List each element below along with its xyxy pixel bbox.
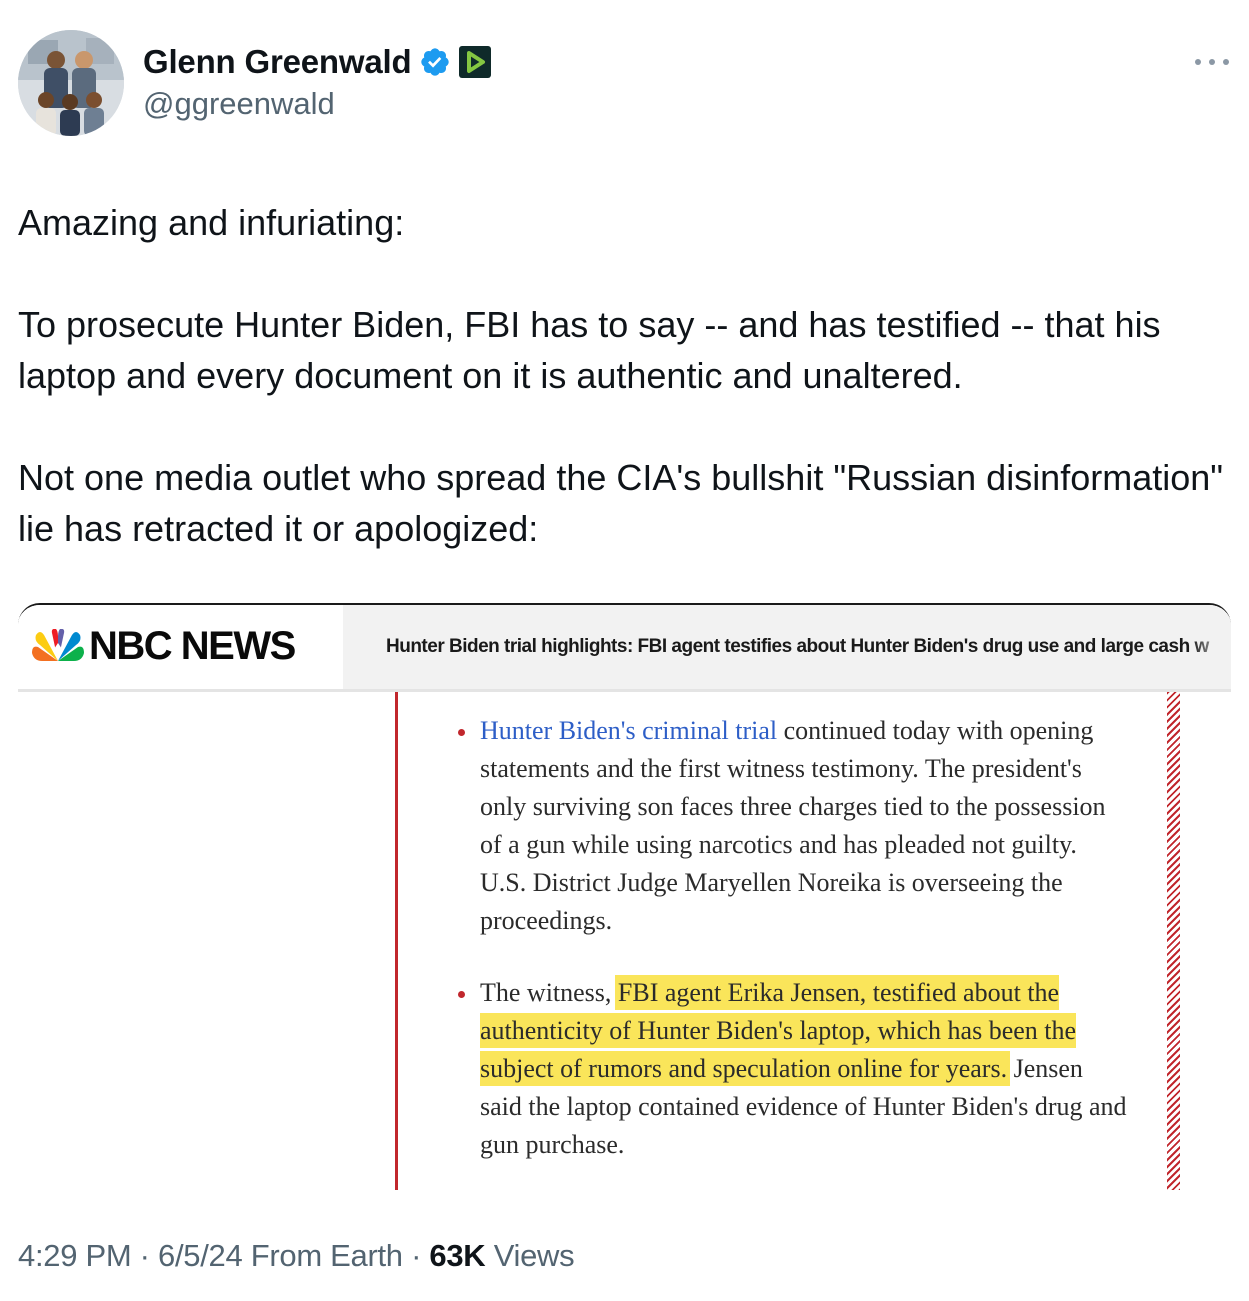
bullet-lead: The witness, [480, 978, 618, 1007]
article-headline: Hunter Biden trial highlights: FBI agent… [386, 636, 1209, 657]
headline-fade [1191, 605, 1231, 689]
attached-image[interactable]: NBC NEWS Hunter Biden trial highlights: … [18, 603, 1231, 1190]
article-link[interactable]: Hunter Biden's criminal trial [480, 716, 777, 745]
right-hatched-rule [1167, 692, 1180, 1190]
tweet-paragraph: Amazing and infuriating: [18, 202, 405, 243]
bullet-text: continued today with opening statements … [480, 716, 1106, 935]
dot-icon [1209, 59, 1215, 65]
tweet-date[interactable]: 6/5/24 [158, 1238, 243, 1273]
article-body: Hunter Biden's criminal trial continued … [458, 712, 1128, 1190]
nbc-wordmark: NBC NEWS [89, 624, 296, 668]
author-name-row: Glenn Greenwald [143, 40, 492, 84]
author-handle[interactable]: @ggreenwald [143, 86, 335, 122]
tweet-time[interactable]: 4:29 PM [18, 1238, 132, 1273]
nbc-logo: NBC NEWS [18, 605, 343, 689]
dot-icon [1223, 59, 1229, 65]
more-options-icon[interactable] [1195, 52, 1229, 72]
views-label: Views [485, 1238, 575, 1273]
tweet-source: From Earth [242, 1238, 403, 1273]
meta-separator: · [131, 1238, 159, 1273]
views-count[interactable]: 63K [429, 1238, 485, 1273]
meta-separator: · [402, 1238, 430, 1273]
tweet: Glenn Greenwald @ggreenwald Amazing and … [0, 0, 1249, 1301]
left-red-rule [395, 692, 398, 1190]
rumble-play-icon[interactable] [459, 46, 492, 78]
list-item: Hunter Biden's criminal trial continued … [458, 712, 1128, 940]
list-item: The witness, FBI agent Erika Jensen, tes… [458, 974, 1128, 1164]
nbc-peacock-icon [32, 629, 84, 661]
bullet-dot-icon [458, 729, 465, 736]
tweet-text: Amazing and infuriating: To prosecute Hu… [18, 197, 1228, 554]
verified-badge-icon[interactable] [419, 46, 451, 78]
tweet-paragraph: To prosecute Hunter Biden, FBI has to sa… [18, 304, 1161, 396]
bullet-dot-icon [458, 991, 465, 998]
avatar[interactable] [18, 30, 124, 136]
nbc-header-bar: NBC NEWS Hunter Biden trial highlights: … [18, 605, 1231, 692]
dot-icon [1195, 59, 1201, 65]
author-display-name[interactable]: Glenn Greenwald [143, 43, 412, 81]
tweet-paragraph: Not one media outlet who spread the CIA'… [18, 457, 1224, 549]
tweet-meta: 4:29 PM · 6/5/24 From Earth · 63K Views [18, 1238, 575, 1274]
family-photo-avatar [18, 30, 124, 136]
article-headline-bar: Hunter Biden trial highlights: FBI agent… [343, 605, 1231, 689]
